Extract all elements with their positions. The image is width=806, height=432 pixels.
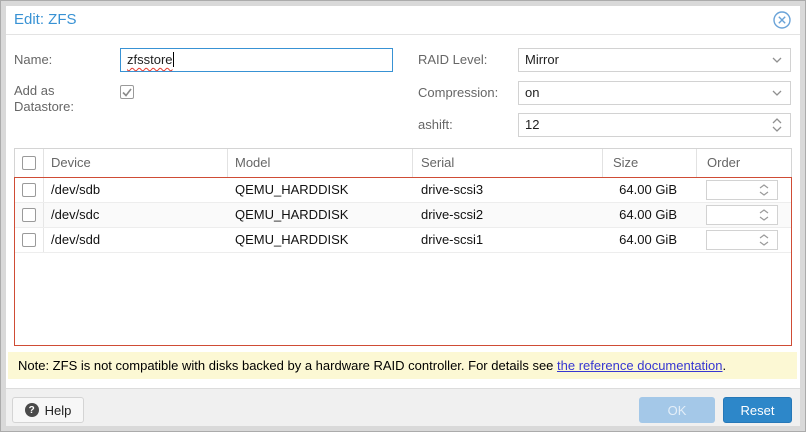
name-label: Name: <box>14 48 52 72</box>
cell-size: 64.00 GiB <box>603 203 697 227</box>
reset-button-label: Reset <box>741 403 775 418</box>
cell-serial: drive-scsi3 <box>413 178 603 202</box>
select-all-checkbox[interactable] <box>22 156 36 170</box>
spinner-down-icon[interactable] <box>759 191 769 196</box>
add-as-datastore-checkbox[interactable] <box>120 85 134 99</box>
chevron-down-icon[interactable] <box>772 49 782 71</box>
disk-table-header: Device Model Serial Size Order <box>14 148 792 177</box>
table-row[interactable]: /dev/sdb QEMU_HARDDISK drive-scsi3 64.00… <box>15 178 791 203</box>
select-all-checkbox-cell <box>15 149 44 177</box>
column-header-size[interactable]: Size <box>603 149 697 177</box>
cell-order <box>697 228 791 252</box>
add-as-datastore-label: Add as Datastore: <box>14 83 114 115</box>
cell-size: 64.00 GiB <box>603 178 697 202</box>
help-button[interactable]: ? Help <box>12 397 84 423</box>
cell-size: 64.00 GiB <box>603 228 697 252</box>
cell-model: QEMU_HARDDISK <box>228 178 413 202</box>
column-header-order[interactable]: Order <box>697 149 791 177</box>
raid-level-label: RAID Level: <box>418 48 487 72</box>
cell-order <box>697 178 791 202</box>
note-text-suffix: . <box>723 358 727 373</box>
raid-level-combo[interactable]: Mirror <box>518 48 791 72</box>
reference-documentation-link[interactable]: the reference documentation <box>557 358 723 373</box>
spinner-down-icon[interactable] <box>759 216 769 221</box>
cell-model: QEMU_HARDDISK <box>228 203 413 227</box>
ashift-value: 12 <box>525 117 539 132</box>
ok-button: OK <box>639 397 715 423</box>
close-icon[interactable] <box>773 11 791 29</box>
cell-serial: drive-scsi1 <box>413 228 603 252</box>
row-checkbox[interactable] <box>22 233 36 247</box>
order-spinner[interactable] <box>706 205 778 225</box>
order-spinner[interactable] <box>706 230 778 250</box>
compression-value: on <box>525 85 539 100</box>
dialog-footer: ? Help OK Reset <box>6 388 800 426</box>
note-bar: Note: ZFS is not compatible with disks b… <box>8 352 797 379</box>
ashift-spinner[interactable]: 12 <box>518 113 791 137</box>
screen: Edit: ZFS Name: zfsstore RAID Level: Mir… <box>0 0 806 432</box>
dialog-header: Edit: ZFS <box>6 6 800 35</box>
spinner-up-icon[interactable] <box>772 118 782 124</box>
edit-zfs-dialog: Edit: ZFS Name: zfsstore RAID Level: Mir… <box>6 6 800 426</box>
help-icon: ? <box>25 403 39 417</box>
table-row[interactable]: /dev/sdd QEMU_HARDDISK drive-scsi1 64.00… <box>15 228 791 253</box>
name-input[interactable]: zfsstore <box>120 48 393 72</box>
cell-model: QEMU_HARDDISK <box>228 228 413 252</box>
column-header-model[interactable]: Model <box>228 149 413 177</box>
column-header-device[interactable]: Device <box>44 149 228 177</box>
spinner-down-icon[interactable] <box>759 241 769 246</box>
spinner-down-icon[interactable] <box>772 126 782 132</box>
cell-order <box>697 203 791 227</box>
cell-serial: drive-scsi2 <box>413 203 603 227</box>
row-checkbox[interactable] <box>22 183 36 197</box>
cell-device: /dev/sdc <box>44 203 228 227</box>
compression-combo[interactable]: on <box>518 81 791 105</box>
text-caret <box>173 52 174 67</box>
chevron-down-icon[interactable] <box>772 82 782 104</box>
row-checkbox[interactable] <box>22 208 36 222</box>
spinner-up-icon[interactable] <box>759 234 769 239</box>
reset-button[interactable]: Reset <box>723 397 792 423</box>
order-spinner[interactable] <box>706 180 778 200</box>
raid-level-value: Mirror <box>525 52 559 67</box>
cell-device: /dev/sdd <box>44 228 228 252</box>
name-input-value: zfsstore <box>127 52 173 67</box>
help-button-label: Help <box>45 403 72 418</box>
ok-button-label: OK <box>668 403 687 418</box>
ashift-label: ashift: <box>418 113 453 137</box>
spinner-up-icon[interactable] <box>759 209 769 214</box>
cell-device: /dev/sdb <box>44 178 228 202</box>
compression-label: Compression: <box>418 81 498 105</box>
column-header-serial[interactable]: Serial <box>413 149 603 177</box>
dialog-title: Edit: ZFS <box>14 6 77 34</box>
table-row[interactable]: /dev/sdc QEMU_HARDDISK drive-scsi2 64.00… <box>15 203 791 228</box>
check-icon <box>121 86 133 98</box>
note-text: Note: ZFS is not compatible with disks b… <box>18 358 557 373</box>
spinner-up-icon[interactable] <box>759 184 769 189</box>
disk-table-body: /dev/sdb QEMU_HARDDISK drive-scsi3 64.00… <box>14 177 792 346</box>
